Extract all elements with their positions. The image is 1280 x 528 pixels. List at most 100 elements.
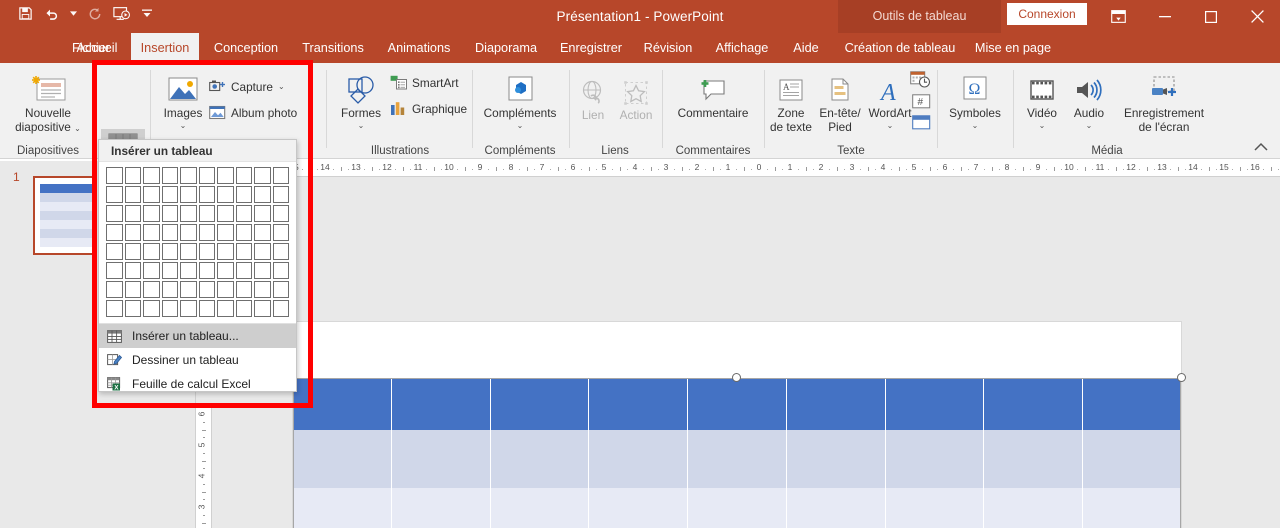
table-size-grid-cell[interactable]	[235, 186, 252, 203]
table-size-grid-cell[interactable]	[161, 224, 178, 241]
capture-button[interactable]: Capture ⌄	[209, 79, 285, 94]
table-size-grid-cell[interactable]	[124, 243, 141, 260]
numero-diapositive-button[interactable]: #	[912, 94, 931, 115]
table-cell[interactable]	[688, 488, 787, 528]
table-size-grid-cell[interactable]	[272, 186, 289, 203]
album-photo-button[interactable]: Album photo	[209, 105, 297, 120]
table-size-grid-cell[interactable]	[106, 186, 123, 203]
table-size-grid-cell[interactable]	[254, 224, 271, 241]
complements-button[interactable]: Compléments ⌄	[482, 69, 558, 130]
table-size-grid-cell[interactable]	[235, 243, 252, 260]
table-cell[interactable]	[1083, 488, 1182, 528]
table-size-grid-cell[interactable]	[217, 300, 234, 317]
table-size-grid-cell[interactable]	[143, 224, 160, 241]
chevron-up-icon[interactable]	[1254, 139, 1268, 154]
menu-item-dessiner-un-tableau[interactable]: Dessiner un tableau	[99, 348, 296, 372]
objet-button[interactable]	[912, 115, 931, 136]
slide-table[interactable]	[293, 378, 1182, 528]
table-cell[interactable]	[984, 430, 1084, 488]
table-size-grid-cell[interactable]	[143, 186, 160, 203]
table-size-grid-cell[interactable]	[235, 224, 252, 241]
table-cell[interactable]	[688, 378, 787, 430]
table-size-grid-cell[interactable]	[235, 300, 252, 317]
vertical-ruler[interactable]: 6 5 4 3	[196, 404, 212, 528]
ribbon-display-options-icon[interactable]	[1094, 0, 1142, 33]
table-size-grid-cell[interactable]	[272, 224, 289, 241]
table-cell[interactable]	[490, 378, 590, 430]
table-size-grid-cell[interactable]	[217, 186, 234, 203]
table-size-grid-cell[interactable]	[235, 205, 252, 222]
tab-aide[interactable]: Aide	[784, 33, 828, 63]
en-tete-pied-button[interactable]: En-tête/ Pied	[814, 69, 866, 134]
commentaire-button[interactable]: Commentaire	[671, 69, 755, 121]
table-size-grid-cell[interactable]	[106, 300, 123, 317]
table-cell[interactable]	[1083, 430, 1182, 488]
table-cell[interactable]	[293, 488, 392, 528]
table-size-grid-cell[interactable]	[180, 243, 197, 260]
table-size-grid-cell[interactable]	[180, 205, 197, 222]
enregistrement-ecran-button[interactable]: Enregistrement de l'écran	[1112, 69, 1216, 134]
close-icon[interactable]	[1234, 0, 1280, 33]
table-size-grid-cell[interactable]	[198, 281, 215, 298]
table-size-grid-cell[interactable]	[254, 281, 271, 298]
table-size-grid-cell[interactable]	[235, 167, 252, 184]
table-size-grid[interactable]	[99, 162, 296, 323]
table-size-grid-cell[interactable]	[106, 167, 123, 184]
tab-animations[interactable]: Animations	[377, 33, 461, 63]
tab-mise-en-page[interactable]: Mise en page	[965, 33, 1061, 63]
table-size-grid-cell[interactable]	[161, 205, 178, 222]
table-size-grid-cell[interactable]	[124, 186, 141, 203]
table-size-grid-cell[interactable]	[180, 224, 197, 241]
table-resize-handle-top-right[interactable]	[1177, 373, 1186, 382]
table-size-grid-cell[interactable]	[217, 205, 234, 222]
table-size-grid-cell[interactable]	[217, 281, 234, 298]
table-size-grid-cell[interactable]	[180, 281, 197, 298]
table-size-grid-cell[interactable]	[124, 205, 141, 222]
slide-canvas[interactable]	[292, 321, 1186, 528]
audio-button[interactable]: Audio ⌄	[1064, 69, 1114, 130]
horizontal-ruler[interactable]: 1514131211109876543210123456789101112131…	[292, 161, 1280, 177]
formes-button[interactable]: Formes ⌄	[334, 69, 388, 130]
lien-button[interactable]: Lien	[572, 71, 614, 123]
table-cell[interactable]	[984, 488, 1084, 528]
table-size-grid-cell[interactable]	[235, 281, 252, 298]
table-size-grid-cell[interactable]	[198, 186, 215, 203]
slide-thumbnail-1[interactable]	[33, 176, 97, 255]
table-size-grid-cell[interactable]	[180, 300, 197, 317]
table-size-grid-cell[interactable]	[161, 243, 178, 260]
table-size-grid-cell[interactable]	[272, 281, 289, 298]
nouvelle-diapositive-button[interactable]: Nouvelle diapositive ⌄	[12, 69, 84, 134]
table-size-grid-cell[interactable]	[161, 300, 178, 317]
images-button[interactable]: Images ⌄	[159, 69, 207, 130]
table-size-grid-cell[interactable]	[143, 167, 160, 184]
table-size-grid-cell[interactable]	[254, 243, 271, 260]
table-size-grid-cell[interactable]	[198, 205, 215, 222]
table-cell[interactable]	[786, 378, 886, 430]
tab-diaporama[interactable]: Diaporama	[464, 33, 548, 63]
table-size-grid-cell[interactable]	[198, 224, 215, 241]
table-size-grid-cell[interactable]	[143, 300, 160, 317]
table-size-grid-cell[interactable]	[143, 243, 160, 260]
table-cell[interactable]	[391, 430, 491, 488]
tab-creation-de-tableau[interactable]: Création de tableau	[838, 33, 962, 63]
table-size-grid-cell[interactable]	[124, 281, 141, 298]
table-cell[interactable]	[589, 378, 689, 430]
table-size-grid-cell[interactable]	[124, 224, 141, 241]
table-size-grid-cell[interactable]	[272, 205, 289, 222]
table-size-grid-cell[interactable]	[198, 262, 215, 279]
table-cell[interactable]	[490, 488, 590, 528]
tab-revision[interactable]: Révision	[634, 33, 702, 63]
wordart-button[interactable]: A WordArt ⌄	[863, 69, 917, 130]
zone-de-texte-button[interactable]: A Zone de texte	[765, 69, 817, 134]
table-size-grid-cell[interactable]	[143, 262, 160, 279]
table-size-grid-cell[interactable]	[198, 167, 215, 184]
table-cell[interactable]	[885, 430, 985, 488]
tab-conception[interactable]: Conception	[203, 33, 289, 63]
table-size-grid-cell[interactable]	[161, 186, 178, 203]
table-size-grid-cell[interactable]	[124, 262, 141, 279]
table-cell[interactable]	[391, 378, 491, 430]
table-size-grid-cell[interactable]	[143, 205, 160, 222]
table-resize-handle-top[interactable]	[732, 373, 741, 382]
table-size-grid-cell[interactable]	[198, 300, 215, 317]
table-size-grid-cell[interactable]	[217, 224, 234, 241]
